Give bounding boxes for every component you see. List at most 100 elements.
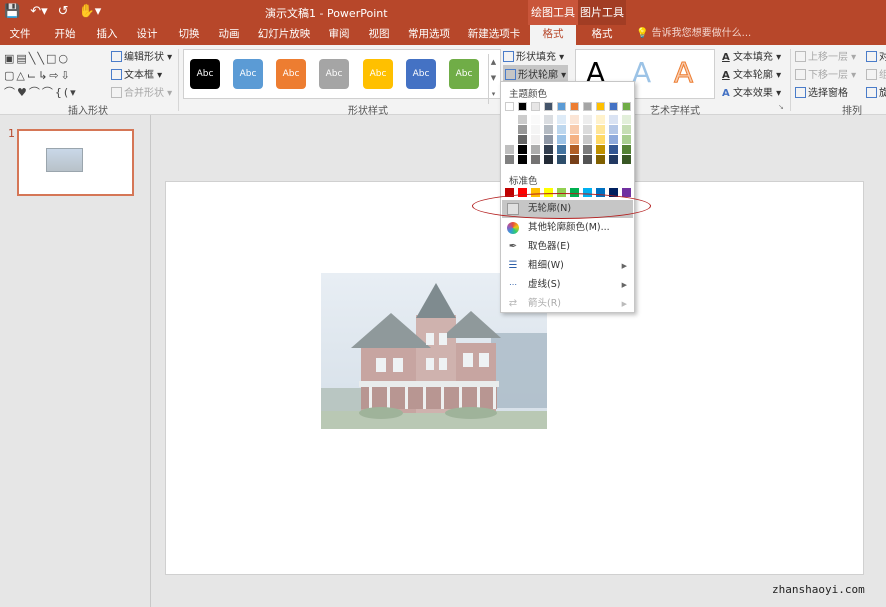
theme-color-shade[interactable] — [531, 135, 540, 144]
redo-icon[interactable]: ↺ — [58, 3, 69, 21]
theme-color-shade[interactable] — [544, 125, 553, 134]
theme-color-shade[interactable] — [518, 115, 527, 124]
theme-color-swatch[interactable] — [622, 102, 631, 111]
theme-color-shade[interactable] — [544, 135, 553, 144]
touch-mode-icon[interactable]: ✋▾ — [79, 3, 102, 21]
shapes-gallery[interactable]: ▣▤╲╲□○ ▢△⌙↳⇨⇩ ⌒♥⌒⌒{(▾ — [4, 50, 104, 101]
theme-color-shade[interactable] — [531, 115, 540, 124]
theme-color-shade[interactable] — [609, 155, 618, 164]
theme-color-shade[interactable] — [596, 135, 605, 144]
tab-common-options[interactable]: 常用选项 — [402, 25, 456, 45]
theme-color-swatch[interactable] — [557, 102, 566, 111]
theme-color-swatch[interactable] — [570, 102, 579, 111]
theme-color-swatch[interactable] — [531, 102, 540, 111]
tab-slideshow[interactable]: 幻灯片放映 — [252, 25, 316, 45]
theme-color-shade[interactable] — [609, 115, 618, 124]
tab-insert[interactable]: 插入 — [90, 25, 124, 45]
dashes-menu-item[interactable]: ⋯ 虚线(S) ▶ — [502, 276, 633, 294]
line-weight-menu-item[interactable]: ☰ 粗细(W) ▶ — [502, 257, 633, 275]
theme-color-shade[interactable] — [557, 125, 566, 134]
theme-color-shade[interactable] — [557, 135, 566, 144]
style-swatch[interactable]: Abc — [233, 59, 263, 89]
theme-color-shade[interactable] — [505, 155, 514, 164]
more-outline-colors-menu-item[interactable]: 其他轮廓颜色(M)... — [502, 219, 633, 237]
tab-transitions[interactable]: 切换 — [172, 25, 206, 45]
theme-color-shade[interactable] — [622, 155, 631, 164]
gallery-scroll-arrows[interactable]: ▲ ▼ ▾ — [488, 54, 498, 104]
theme-color-shade[interactable] — [570, 115, 579, 124]
style-swatch[interactable]: Abc — [190, 59, 220, 89]
tab-review[interactable]: 审阅 — [322, 25, 356, 45]
group-button[interactable]: 组 — [866, 66, 886, 81]
eyedropper-menu-item[interactable]: ✒ 取色器(E) — [502, 238, 633, 256]
theme-color-shade[interactable] — [505, 115, 514, 124]
tab-design[interactable]: 设计 — [130, 25, 164, 45]
theme-color-swatch[interactable] — [505, 102, 514, 111]
bring-forward-button[interactable]: 上移一层 ▾ — [795, 48, 856, 63]
style-swatch[interactable]: Abc — [449, 59, 479, 89]
theme-color-shade[interactable] — [596, 145, 605, 154]
tab-format-drawing[interactable]: 格式 — [530, 25, 576, 45]
theme-color-shade[interactable] — [583, 145, 592, 154]
theme-color-swatch[interactable] — [518, 102, 527, 111]
theme-color-shade[interactable] — [609, 145, 618, 154]
theme-color-shade[interactable] — [609, 135, 618, 144]
theme-color-shade[interactable] — [518, 155, 527, 164]
theme-color-shade[interactable] — [570, 135, 579, 144]
theme-color-shade[interactable] — [583, 155, 592, 164]
selection-pane-button[interactable]: 选择窗格 — [795, 84, 848, 99]
arrows-menu-item[interactable]: ⇄ 箭头(R) ▶ — [502, 295, 633, 313]
shape-fill-button[interactable]: 形状填充 ▾ — [503, 48, 564, 63]
theme-color-shade[interactable] — [622, 115, 631, 124]
theme-color-shade[interactable] — [531, 155, 540, 164]
theme-color-swatch[interactable] — [596, 102, 605, 111]
save-icon[interactable]: 💾 — [4, 3, 20, 21]
theme-color-shade[interactable] — [583, 125, 592, 134]
merge-shapes-button[interactable]: 合并形状 ▾ — [111, 84, 172, 99]
theme-color-shade[interactable] — [531, 125, 540, 134]
theme-color-shade[interactable] — [518, 125, 527, 134]
tab-view[interactable]: 视图 — [362, 25, 396, 45]
tab-file[interactable]: 文件 — [4, 25, 36, 45]
theme-color-shade[interactable] — [622, 135, 631, 144]
theme-color-shade[interactable] — [596, 115, 605, 124]
theme-color-shade[interactable] — [570, 155, 579, 164]
theme-color-shade[interactable] — [570, 145, 579, 154]
theme-color-shade[interactable] — [505, 145, 514, 154]
theme-color-shade[interactable] — [583, 135, 592, 144]
tab-animations[interactable]: 动画 — [212, 25, 246, 45]
theme-color-shade[interactable] — [557, 145, 566, 154]
style-swatch[interactable]: Abc — [363, 59, 393, 89]
text-effects-button[interactable]: A 文本效果 ▾ — [722, 84, 781, 99]
theme-color-swatch[interactable] — [583, 102, 592, 111]
align-button[interactable]: 对 — [866, 48, 886, 63]
theme-color-shade[interactable] — [544, 155, 553, 164]
slide-thumbnail[interactable] — [17, 129, 134, 196]
text-box-button[interactable]: 文本框 ▾ — [111, 66, 162, 81]
theme-color-shade[interactable] — [544, 145, 553, 154]
theme-color-shade[interactable] — [609, 125, 618, 134]
theme-color-swatch[interactable] — [544, 102, 553, 111]
theme-color-shade[interactable] — [531, 145, 540, 154]
style-swatch[interactable]: Abc — [319, 59, 349, 89]
theme-color-shade[interactable] — [505, 125, 514, 134]
theme-color-shade[interactable] — [505, 135, 514, 144]
theme-color-shade[interactable] — [557, 155, 566, 164]
theme-color-shade[interactable] — [518, 145, 527, 154]
theme-color-shade[interactable] — [544, 115, 553, 124]
tab-new-tab[interactable]: 新建选项卡 — [462, 25, 526, 45]
tab-format-picture[interactable]: 格式 — [580, 25, 624, 45]
theme-color-shade[interactable] — [622, 125, 631, 134]
rotate-button[interactable]: 旋 — [866, 84, 886, 99]
theme-color-swatch[interactable] — [609, 102, 618, 111]
style-swatch[interactable]: Abc — [406, 59, 436, 89]
tell-me-search[interactable]: 💡 告诉我您想要做什么... — [636, 25, 751, 43]
send-backward-button[interactable]: 下移一层 ▾ — [795, 66, 856, 81]
theme-color-shade[interactable] — [596, 125, 605, 134]
theme-color-shade[interactable] — [570, 125, 579, 134]
text-fill-button[interactable]: A 文本填充 ▾ — [722, 48, 781, 63]
dialog-launcher-icon[interactable]: ↘ — [778, 103, 784, 111]
theme-color-shade[interactable] — [583, 115, 592, 124]
wordart-style-orange[interactable]: A — [673, 56, 693, 90]
style-swatch[interactable]: Abc — [276, 59, 306, 89]
